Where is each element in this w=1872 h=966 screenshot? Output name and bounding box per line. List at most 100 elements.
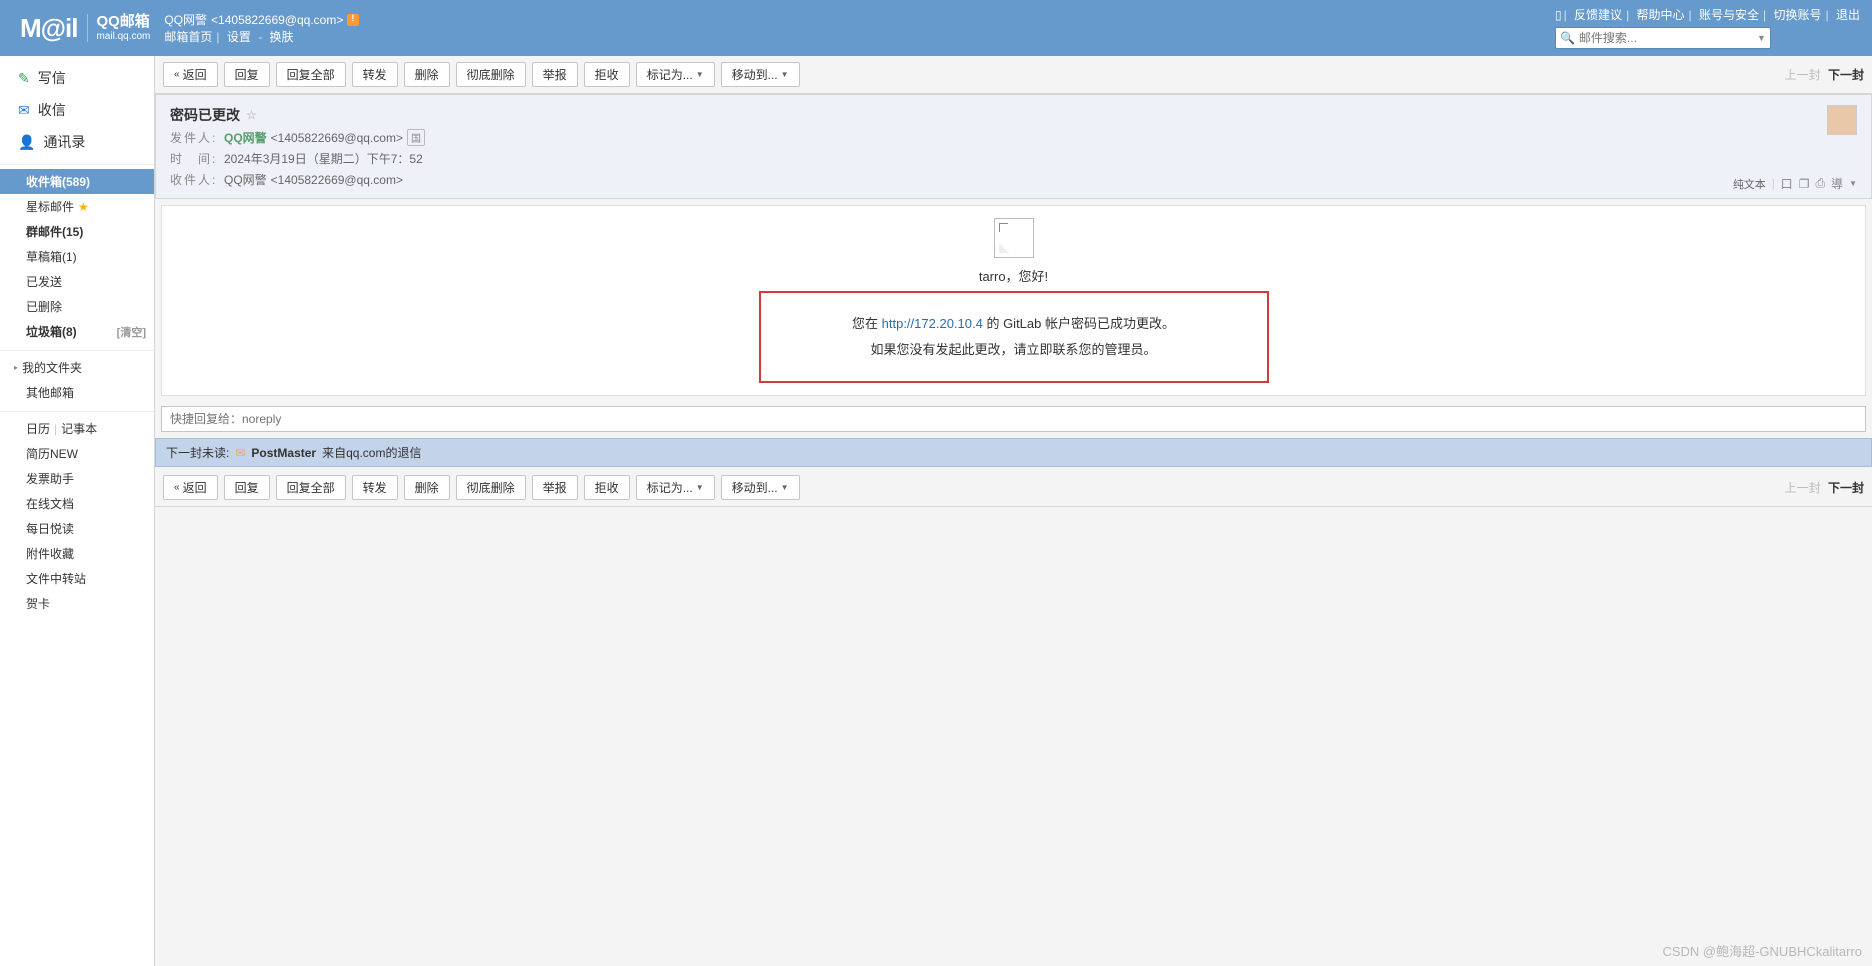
mail-body: tarro，您好! 您在 http://172.20.10.4 的 GitLab…	[161, 205, 1866, 396]
reply-button[interactable]: 回复	[224, 62, 270, 87]
link-help[interactable]: 帮助中心	[1637, 8, 1685, 22]
more-icon[interactable]: 導	[1831, 175, 1843, 192]
broken-image-icon	[994, 218, 1034, 258]
folder-inbox[interactable]: 收件箱(589)	[0, 169, 154, 194]
mail-header: 密码已更改☆ 发件人:QQ网警 <1405822669@qq.com> 国 时 …	[155, 94, 1872, 199]
nav-home[interactable]: 邮箱首页	[164, 30, 212, 44]
folder-sent[interactable]: 已发送	[0, 269, 154, 294]
sidebar-contacts[interactable]: 👤通讯录	[0, 126, 154, 158]
sidebar-receive[interactable]: ✉收信	[0, 94, 154, 126]
back-button[interactable]: «返回	[163, 475, 218, 500]
time-label: 时 间:	[170, 150, 220, 167]
move-to-button[interactable]: 移动到...▼	[721, 62, 800, 87]
link-logout[interactable]: 退出	[1836, 8, 1860, 22]
mark-as-button[interactable]: 标记为...▼	[636, 475, 715, 500]
body-line1-post: 的 GitLab 帐户密码已成功更改。	[983, 316, 1175, 331]
daily-read[interactable]: 每日悦读	[0, 516, 154, 541]
reply-button[interactable]: 回复	[224, 475, 270, 500]
search-box[interactable]: 🔍 ▼	[1555, 27, 1771, 49]
mail-tools: 纯文本| 口 ❐ ⎙ 導 ▼	[1733, 175, 1857, 192]
folder-deleted[interactable]: 已删除	[0, 294, 154, 319]
my-folders[interactable]: ▸我的文件夹	[0, 355, 154, 380]
file-transfer[interactable]: 文件中转站	[0, 566, 154, 591]
delete-button[interactable]: 删除	[404, 475, 450, 500]
prev-mail: 上一封	[1785, 481, 1821, 495]
newwin-icon[interactable]: ❐	[1799, 177, 1810, 191]
star-outline-icon[interactable]: ☆	[246, 108, 257, 122]
header-links: ▯| 反馈建议| 帮助中心| 账号与安全| 切换账号| 退出	[1555, 6, 1862, 23]
search-input[interactable]	[1579, 31, 1757, 45]
search-dropdown-icon[interactable]: ▼	[1757, 33, 1766, 43]
nav-skin[interactable]: 换肤	[270, 30, 294, 44]
trash-clear[interactable]: [清空]	[117, 324, 146, 340]
mark-as-button[interactable]: 标记为...▼	[636, 62, 715, 87]
inbox-icon: ✉	[18, 102, 30, 119]
mail-subject: 密码已更改☆	[170, 105, 1857, 125]
from-email: <1405822669@qq.com>	[271, 131, 403, 145]
contacts-icon: 👤	[18, 134, 35, 151]
calendar-notes[interactable]: 日历|记事本	[0, 416, 154, 441]
body-link[interactable]: http://172.20.10.4	[882, 316, 983, 331]
link-feedback[interactable]: 反馈建议	[1574, 8, 1622, 22]
back-icon: «	[174, 482, 180, 493]
encoding-icon[interactable]: 口	[1781, 175, 1793, 192]
logo-cn: QQ邮箱	[96, 14, 150, 31]
resume[interactable]: 简历NEW	[0, 441, 154, 466]
forward-button[interactable]: 转发	[352, 62, 398, 87]
search-icon: 🔍	[1560, 31, 1575, 45]
folder-trash[interactable]: 垃圾箱(8)[清空]	[0, 319, 154, 344]
to-email: <1405822669@qq.com>	[271, 173, 403, 187]
sidebar-compose[interactable]: ✎写信	[0, 62, 154, 94]
sidebar: ✎写信 ✉收信 👤通讯录 收件箱(589) 星标邮件★ 群邮件(15) 草稿箱(…	[0, 56, 155, 966]
delete-forever-button[interactable]: 彻底删除	[456, 62, 526, 87]
reject-button[interactable]: 拒收	[584, 475, 630, 500]
delete-forever-button[interactable]: 彻底删除	[456, 475, 526, 500]
folder-group[interactable]: 群邮件(15)	[0, 219, 154, 244]
from-label: 发件人:	[170, 129, 220, 146]
warning-icon[interactable]	[347, 14, 359, 26]
next-sender: PostMaster	[251, 446, 316, 460]
next-mail[interactable]: 下一封	[1828, 68, 1864, 82]
forward-button[interactable]: 转发	[352, 475, 398, 500]
chevron-down-icon: ▼	[696, 70, 704, 79]
print-icon[interactable]: ⎙	[1815, 176, 1825, 191]
reply-all-button[interactable]: 回复全部	[276, 62, 346, 87]
compose-icon: ✎	[18, 70, 30, 87]
plain-text-link[interactable]: 纯文本	[1733, 176, 1766, 192]
logo-domain: mail.qq.com	[96, 31, 150, 42]
from-name[interactable]: QQ网警	[224, 129, 267, 146]
quick-reply-input[interactable]	[161, 406, 1866, 432]
alert-box: 您在 http://172.20.10.4 的 GitLab 帐户密码已成功更改…	[759, 291, 1269, 383]
back-icon: «	[174, 69, 180, 80]
to-label: 收件人:	[170, 171, 220, 188]
next-mail[interactable]: 下一封	[1828, 481, 1864, 495]
folder-drafts[interactable]: 草稿箱(1)	[0, 244, 154, 269]
reject-button[interactable]: 拒收	[584, 62, 630, 87]
online-doc[interactable]: 在线文档	[0, 491, 154, 516]
other-mailbox[interactable]: 其他邮箱	[0, 380, 154, 405]
link-security[interactable]: 账号与安全	[1699, 8, 1759, 22]
greeting: tarro，您好!	[759, 266, 1269, 285]
report-button[interactable]: 举报	[532, 475, 578, 500]
new-badge: NEW	[50, 447, 78, 461]
attachments[interactable]: 附件收藏	[0, 541, 154, 566]
reply-all-button[interactable]: 回复全部	[276, 475, 346, 500]
next-unread-bar[interactable]: 下一封未读: ✉ PostMaster 来自qq.com的退信	[155, 438, 1872, 467]
next-subject: 来自qq.com的退信	[322, 444, 421, 461]
star-icon: ★	[78, 200, 89, 214]
body-line1-pre: 您在	[852, 316, 882, 331]
invoice-helper[interactable]: 发票助手	[0, 466, 154, 491]
logo[interactable]: M@il QQ邮箱 mail.qq.com	[20, 13, 150, 44]
folder-starred[interactable]: 星标邮件★	[0, 194, 154, 219]
back-button[interactable]: «返回	[163, 62, 218, 87]
chevron-down-icon[interactable]: ▼	[1849, 179, 1857, 188]
chevron-down-icon: ▼	[781, 70, 789, 79]
mobile-icon[interactable]: ▯	[1555, 8, 1562, 22]
greeting-card[interactable]: 贺卡	[0, 591, 154, 616]
report-button[interactable]: 举报	[532, 62, 578, 87]
delete-button[interactable]: 删除	[404, 62, 450, 87]
avatar[interactable]	[1827, 105, 1857, 135]
link-switch[interactable]: 切换账号	[1774, 8, 1822, 22]
move-to-button[interactable]: 移动到...▼	[721, 475, 800, 500]
nav-settings[interactable]: 设置	[227, 30, 251, 44]
